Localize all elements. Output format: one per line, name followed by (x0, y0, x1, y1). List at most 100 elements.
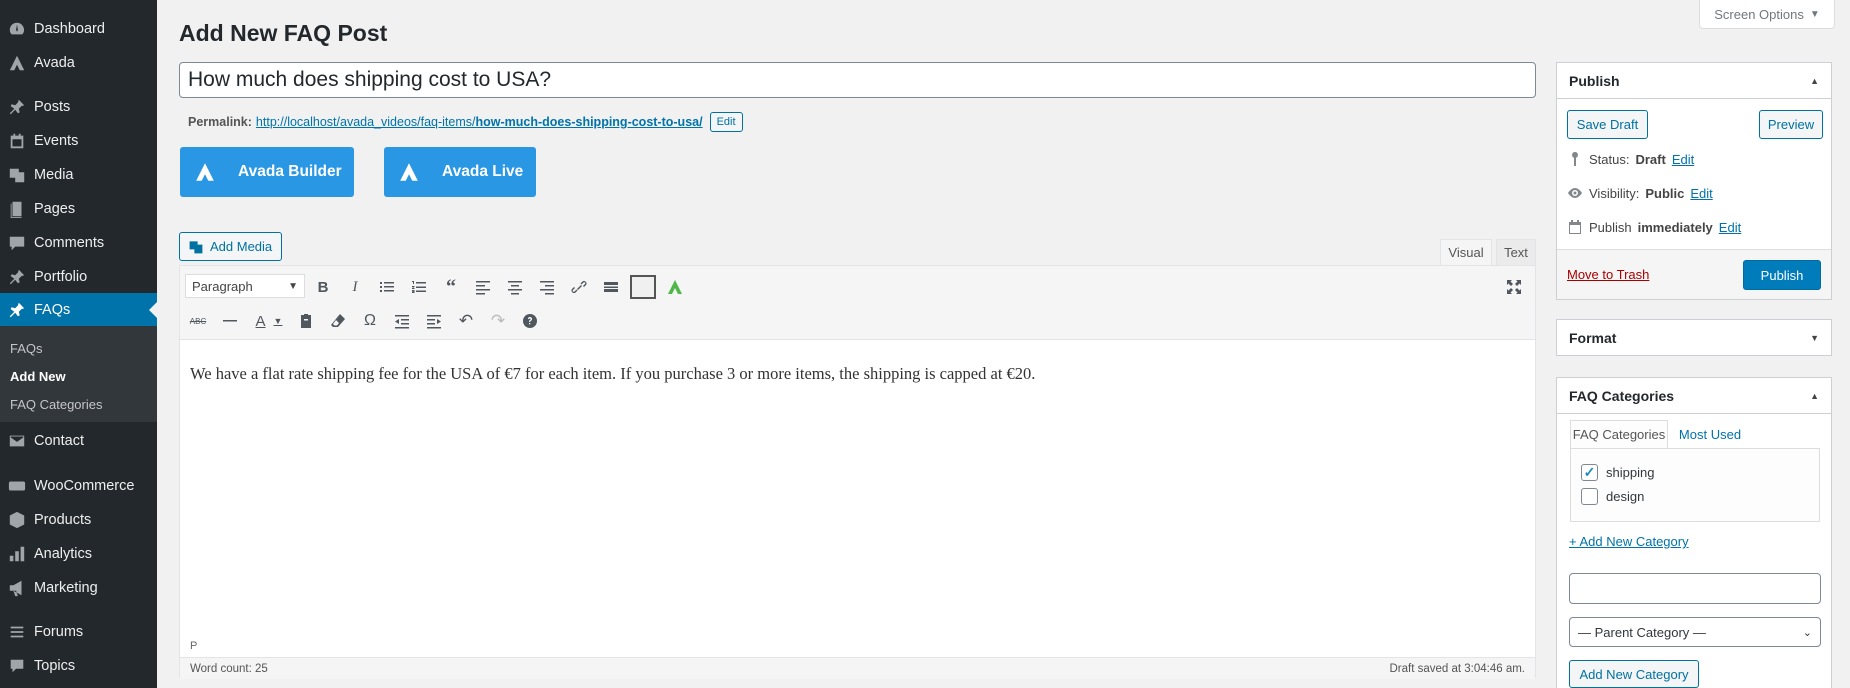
align-right-icon[interactable] (534, 274, 560, 300)
bulleted-list-icon[interactable] (374, 274, 400, 300)
sidebar-item-media[interactable]: Media (0, 158, 157, 192)
sidebar-item-portfolio[interactable]: Portfolio (0, 260, 157, 294)
permalink-label: Permalink: (188, 115, 252, 129)
publish-button[interactable]: Publish (1743, 260, 1821, 290)
tab-visual[interactable]: Visual (1440, 239, 1492, 266)
checkbox-checked[interactable]: ✓ (1581, 464, 1598, 481)
publish-date-value: immediately (1637, 219, 1713, 235)
expand-icon[interactable]: ▼ (1810, 333, 1819, 343)
calendar-icon (1569, 220, 1581, 234)
permalink: Permalink: http://localhost/avada_videos… (188, 112, 743, 132)
pin-icon (0, 301, 34, 319)
screen-options-label: Screen Options (1714, 6, 1804, 22)
read-more-icon[interactable] (598, 274, 624, 300)
format-box-header[interactable]: Format ▼ (1557, 320, 1831, 356)
avada-live-button[interactable]: Avada Live (384, 147, 536, 197)
strikethrough-icon[interactable]: ABC (185, 308, 211, 334)
italic-icon[interactable]: I (342, 274, 368, 300)
sidebar-item-label: Posts (34, 99, 71, 115)
screen-options-button[interactable]: Screen Options ▼ (1699, 0, 1835, 29)
sidebar-item-dashboard[interactable]: Dashboard (0, 12, 157, 46)
permalink-slug: how-much-does-shipping-cost-to-usa/ (475, 115, 703, 129)
eye-icon (1568, 188, 1582, 198)
sidebar-item-label: FAQs (34, 302, 71, 318)
format-box-title: Format (1569, 330, 1617, 346)
new-category-name-input[interactable] (1569, 573, 1821, 604)
post-status-row: Status: Draft Edit (1567, 151, 1694, 167)
edit-slug-button[interactable]: Edit (709, 112, 743, 132)
format-select[interactable]: Paragraph ▼ (185, 274, 305, 298)
add-media-button[interactable]: Add Media (179, 232, 282, 261)
page-icon (0, 200, 34, 218)
undo-icon[interactable]: ↶ (453, 308, 479, 334)
category-item[interactable]: design (1581, 488, 1644, 505)
parent-category-select[interactable]: — Parent Category — ⌄ (1569, 617, 1821, 647)
collapse-icon[interactable]: ▲ (1810, 76, 1819, 86)
edit-visibility-link[interactable]: Edit (1690, 186, 1712, 201)
sidebar-item-label: Avada (34, 55, 75, 71)
add-new-category-link[interactable]: + Add New Category (1569, 534, 1689, 549)
sidebar-item-pages[interactable]: Pages (0, 192, 157, 226)
sidebar-item-label: Dashboard (34, 21, 105, 37)
tab-all-categories[interactable]: FAQ Categories (1570, 420, 1668, 448)
sidebar-item-topics[interactable]: Topics (0, 649, 157, 683)
preview-button[interactable]: Preview (1759, 110, 1823, 139)
avada-shortcode-icon[interactable] (662, 274, 688, 300)
collapse-icon[interactable]: ▲ (1810, 391, 1819, 401)
fullscreen-icon[interactable] (1501, 274, 1527, 300)
sidebar-item-comments[interactable]: Comments (0, 226, 157, 260)
sidebar-item-avada[interactable]: Avada (0, 46, 157, 80)
submenu-item-faqs[interactable]: FAQs (10, 341, 43, 356)
post-title-input[interactable]: How much does shipping cost to USA? (179, 62, 1536, 98)
text-color-icon[interactable]: A ▼ (249, 308, 289, 334)
sidebar-item-faqs[interactable]: FAQs (0, 293, 157, 327)
tab-text[interactable]: Text (1496, 239, 1536, 266)
avada-builder-button[interactable]: Avada Builder (180, 147, 354, 197)
horizontal-line-icon[interactable] (217, 308, 243, 334)
caret-down-icon: ▼ (288, 280, 298, 292)
permalink-link[interactable]: http://localhost/avada_videos/faq-items/… (256, 115, 703, 129)
save-draft-button[interactable]: Save Draft (1567, 110, 1648, 139)
format-box: Format ▼ (1556, 319, 1832, 356)
sidebar-item-contact[interactable]: Contact (0, 424, 157, 458)
indent-icon[interactable] (421, 308, 447, 334)
tab-most-used[interactable]: Most Used (1672, 420, 1748, 448)
faq-categories-header[interactable]: FAQ Categories ▲ (1557, 378, 1831, 414)
sidebar-item-products[interactable]: Products (0, 503, 157, 537)
special-character-icon[interactable]: Ω (357, 308, 383, 334)
permalink-base: http://localhost/avada_videos/faq-items/ (255, 115, 476, 129)
sidebar-item-forums[interactable]: Forums (0, 615, 157, 649)
checkbox-unchecked[interactable] (1581, 488, 1598, 505)
help-icon[interactable] (517, 308, 543, 334)
add-new-category-button[interactable]: Add New Category (1569, 660, 1699, 688)
paste-as-text-icon[interactable] (293, 308, 319, 334)
redo-icon[interactable]: ↷ (485, 308, 511, 334)
clear-formatting-icon[interactable] (325, 308, 351, 334)
outdent-icon[interactable] (389, 308, 415, 334)
avada-icon (196, 163, 214, 181)
numbered-list-icon[interactable] (406, 274, 432, 300)
blockquote-icon[interactable]: “ (438, 274, 464, 300)
sidebar-item-label: Marketing (34, 580, 98, 596)
sidebar-item-analytics[interactable]: Analytics (0, 537, 157, 571)
sidebar-item-posts[interactable]: Posts (0, 90, 157, 124)
sidebar-item-label: Contact (34, 433, 84, 449)
link-icon[interactable] (566, 274, 592, 300)
align-center-icon[interactable] (502, 274, 528, 300)
comment-icon (0, 234, 34, 252)
sidebar-item-events[interactable]: Events (0, 124, 157, 158)
sidebar-item-marketing[interactable]: Marketing (0, 571, 157, 605)
publish-box-header[interactable]: Publish ▲ (1557, 63, 1831, 99)
sidebar-item-woocommerce[interactable]: WooCommerce (0, 469, 157, 503)
category-item[interactable]: ✓ shipping (1581, 464, 1654, 481)
edit-status-link[interactable]: Edit (1672, 152, 1694, 167)
submenu-item-add-new[interactable]: Add New (10, 369, 66, 384)
editor-content[interactable]: We have a flat rate shipping fee for the… (180, 340, 1535, 640)
align-left-icon[interactable] (470, 274, 496, 300)
submenu-item-faq-categories[interactable]: FAQ Categories (10, 397, 103, 412)
edit-publish-date-link[interactable]: Edit (1719, 220, 1741, 235)
toolbar-toggle-icon[interactable] (630, 274, 656, 300)
sidebar-item-label: Analytics (34, 546, 93, 562)
move-to-trash-link[interactable]: Move to Trash (1567, 267, 1649, 282)
bold-icon[interactable]: B (310, 274, 336, 300)
